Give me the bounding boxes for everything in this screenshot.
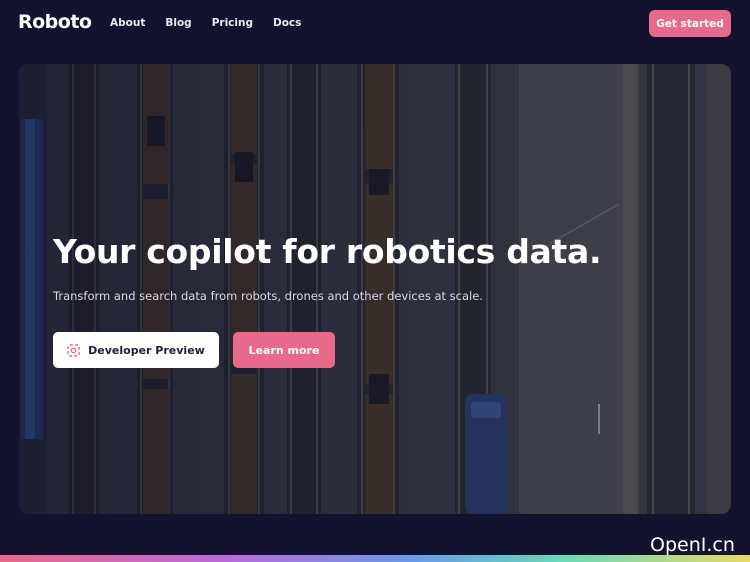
developer-preview-label: Developer Preview <box>88 343 205 357</box>
top-navbar: Roboto About Blog Pricing Docs Get start… <box>0 0 750 46</box>
nav-link-docs[interactable]: Docs <box>273 17 301 29</box>
hero-title: Your copilot for robotics data. <box>53 232 602 271</box>
get-started-button[interactable]: Get started <box>649 10 731 37</box>
developer-preview-button[interactable]: Developer Preview <box>53 332 219 368</box>
nav-links: About Blog Pricing Docs <box>110 17 321 29</box>
hero-subtitle: Transform and search data from robots, d… <box>53 289 483 303</box>
nav-link-about[interactable]: About <box>110 17 145 29</box>
roboto-logo[interactable]: Roboto <box>18 11 92 33</box>
hero-section: Your copilot for robotics data. Transfor… <box>19 64 731 514</box>
watermark: OpenI.cn <box>650 534 735 556</box>
nav-link-blog[interactable]: Blog <box>165 17 191 29</box>
nav-link-pricing[interactable]: Pricing <box>212 17 253 29</box>
robot-face-icon <box>67 343 80 357</box>
learn-more-button[interactable]: Learn more <box>233 332 335 368</box>
bottom-gradient-strip <box>0 555 750 562</box>
